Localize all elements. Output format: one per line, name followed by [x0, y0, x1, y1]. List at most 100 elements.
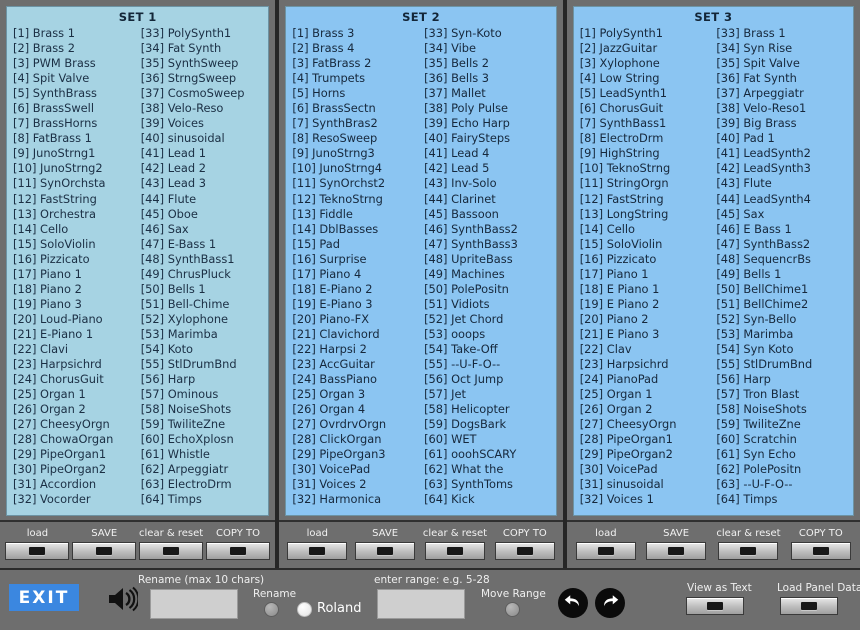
- patch-entry[interactable]: [35] SynthSweep: [141, 56, 269, 71]
- patch-entry[interactable]: [19] Piano 3: [13, 297, 141, 312]
- patch-entry[interactable]: [32] Vocorder: [13, 492, 141, 507]
- set-1-button-save[interactable]: SAVE: [72, 528, 137, 560]
- patch-entry[interactable]: [61] ooohSCARY: [424, 447, 556, 462]
- patch-entry[interactable]: [46] SynthBass2: [424, 222, 556, 237]
- patch-entry[interactable]: [32] Voices 1: [580, 492, 717, 507]
- patch-entry[interactable]: [22] Clav: [580, 342, 717, 357]
- patch-entry[interactable]: [23] Harpsichrd: [580, 357, 717, 372]
- patch-entry[interactable]: [39] Echo Harp: [424, 116, 556, 131]
- set-3-list-panel[interactable]: SET 3 [1] PolySynth1 [2] JazzGuitar [3] Xy…: [572, 6, 854, 516]
- patch-entry[interactable]: [50] BellChime1: [716, 282, 853, 297]
- patch-entry[interactable]: [11] StringOrgn: [580, 176, 717, 191]
- patch-entry[interactable]: [15] SoloViolin: [580, 237, 717, 252]
- rocker-switch[interactable]: [5, 542, 70, 560]
- patch-entry[interactable]: [37] Mallet: [424, 86, 556, 101]
- patch-entry[interactable]: [57] Jet: [424, 387, 556, 402]
- patch-entry[interactable]: [13] LongString: [580, 207, 717, 222]
- patch-entry[interactable]: [59] TwiliteZne: [716, 417, 853, 432]
- patch-entry[interactable]: [52] Xylophone: [141, 312, 269, 327]
- patch-entry[interactable]: [18] E-Piano 2: [292, 282, 424, 297]
- patch-entry[interactable]: [27] OvrdrvOrgn: [292, 417, 424, 432]
- patch-entry[interactable]: [4] Spit Valve: [13, 71, 141, 86]
- patch-entry[interactable]: [6] BrassSectn: [292, 101, 424, 116]
- patch-entry[interactable]: [6] BrassSwell: [13, 101, 141, 116]
- patch-entry[interactable]: [39] Big Brass: [716, 116, 853, 131]
- patch-entry[interactable]: [25] Organ 1: [13, 387, 141, 402]
- patch-entry[interactable]: [22] Harpsi 2: [292, 342, 424, 357]
- patch-entry[interactable]: [35] Spit Valve: [716, 56, 853, 71]
- patch-entry[interactable]: [41] Lead 4: [424, 146, 556, 161]
- patch-entry[interactable]: [50] PolePositn: [424, 282, 556, 297]
- patch-entry[interactable]: [47] E-Bass 1: [141, 237, 269, 252]
- patch-entry[interactable]: [1] Brass 3: [292, 26, 424, 41]
- patch-entry[interactable]: [34] Vibe: [424, 41, 556, 56]
- patch-entry[interactable]: [12] FastString: [580, 192, 717, 207]
- patch-entry[interactable]: [3] FatBrass 2: [292, 56, 424, 71]
- patch-entry[interactable]: [7] SynthBass1: [580, 116, 717, 131]
- set-1-button-copy-to[interactable]: COPY TO: [206, 528, 270, 560]
- patch-entry[interactable]: [63] --U-F-O--: [716, 477, 853, 492]
- patch-entry[interactable]: [59] TwiliteZne: [141, 417, 269, 432]
- set-1-button-clear-reset[interactable]: clear & reset: [139, 528, 203, 560]
- patch-entry[interactable]: [60] EchoXplosn: [141, 432, 269, 447]
- patch-entry[interactable]: [3] Xylophone: [580, 56, 717, 71]
- patch-entry[interactable]: [16] Surprise: [292, 252, 424, 267]
- patch-entry[interactable]: [56] Harp: [141, 372, 269, 387]
- set-2-button-copy-to[interactable]: COPY TO: [494, 528, 555, 560]
- patch-entry[interactable]: [56] Harp: [716, 372, 853, 387]
- patch-entry[interactable]: [7] BrassHorns: [13, 116, 141, 131]
- patch-entry[interactable]: [16] Pizzicato: [13, 252, 141, 267]
- patch-entry[interactable]: [64] Timps: [141, 492, 269, 507]
- patch-entry[interactable]: [64] Kick: [424, 492, 556, 507]
- patch-entry[interactable]: [15] SoloViolin: [13, 237, 141, 252]
- patch-entry[interactable]: [8] FatBrass 1: [13, 131, 141, 146]
- patch-entry[interactable]: [40] Pad 1: [716, 131, 853, 146]
- patch-entry[interactable]: [61] Whistle: [141, 447, 269, 462]
- set-3-button-copy-to[interactable]: COPY TO: [790, 528, 851, 560]
- patch-entry[interactable]: [4] Trumpets: [292, 71, 424, 86]
- patch-entry[interactable]: [62] Arpeggiatr: [141, 462, 269, 477]
- patch-entry[interactable]: [17] Piano 4: [292, 267, 424, 282]
- set-3-button-save[interactable]: SAVE: [646, 528, 707, 560]
- patch-entry[interactable]: [58] NoiseShots: [141, 402, 269, 417]
- patch-entry[interactable]: [63] ElectroDrm: [141, 477, 269, 492]
- patch-entry[interactable]: [7] SynthBras2: [292, 116, 424, 131]
- patch-entry[interactable]: [54] Syn Koto: [716, 342, 853, 357]
- rocker-switch[interactable]: [355, 542, 416, 560]
- patch-entry[interactable]: [32] Harmonica: [292, 492, 424, 507]
- patch-entry[interactable]: [44] LeadSynth4: [716, 192, 853, 207]
- patch-entry[interactable]: [12] FastString: [13, 192, 141, 207]
- patch-entry[interactable]: [25] Organ 3: [292, 387, 424, 402]
- patch-entry[interactable]: [18] Piano 2: [13, 282, 141, 297]
- patch-entry[interactable]: [36] StrngSweep: [141, 71, 269, 86]
- patch-entry[interactable]: [29] PipeOrgan3: [292, 447, 424, 462]
- patch-entry[interactable]: [15] Pad: [292, 237, 424, 252]
- patch-entry[interactable]: [13] Fiddle: [292, 207, 424, 222]
- patch-entry[interactable]: [30] VoicePad: [292, 462, 424, 477]
- patch-entry[interactable]: [44] Clarinet: [424, 192, 556, 207]
- set-2-button-save[interactable]: SAVE: [355, 528, 416, 560]
- patch-entry[interactable]: [20] Loud-Piano: [13, 312, 141, 327]
- patch-entry[interactable]: [34] Syn Rise: [716, 41, 853, 56]
- patch-entry[interactable]: [45] Bassoon: [424, 207, 556, 222]
- patch-entry[interactable]: [26] Organ 2: [580, 402, 717, 417]
- load-panel-data-button[interactable]: [780, 597, 838, 615]
- patch-entry[interactable]: [42] Lead 2: [141, 161, 269, 176]
- patch-entry[interactable]: [40] sinusoidal: [141, 131, 269, 146]
- range-input[interactable]: [377, 589, 465, 619]
- patch-entry[interactable]: [23] Harpsichrd: [13, 357, 141, 372]
- patch-entry[interactable]: [57] Ominous: [141, 387, 269, 402]
- patch-entry[interactable]: [8] ResoSweep: [292, 131, 424, 146]
- rocker-switch[interactable]: [790, 542, 851, 560]
- patch-entry[interactable]: [49] ChrusPluck: [141, 267, 269, 282]
- patch-entry[interactable]: [55] StlDrumBnd: [141, 357, 269, 372]
- patch-entry[interactable]: [50] Bells 1: [141, 282, 269, 297]
- move-range-knob[interactable]: [505, 602, 520, 617]
- patch-entry[interactable]: [35] Bells 2: [424, 56, 556, 71]
- patch-entry[interactable]: [49] Machines: [424, 267, 556, 282]
- patch-entry[interactable]: [31] Accordion: [13, 477, 141, 492]
- patch-entry[interactable]: [26] Organ 4: [292, 402, 424, 417]
- patch-entry[interactable]: [33] Syn-Koto: [424, 26, 556, 41]
- patch-entry[interactable]: [8] ElectroDrm: [580, 131, 717, 146]
- patch-entry[interactable]: [17] Piano 1: [13, 267, 141, 282]
